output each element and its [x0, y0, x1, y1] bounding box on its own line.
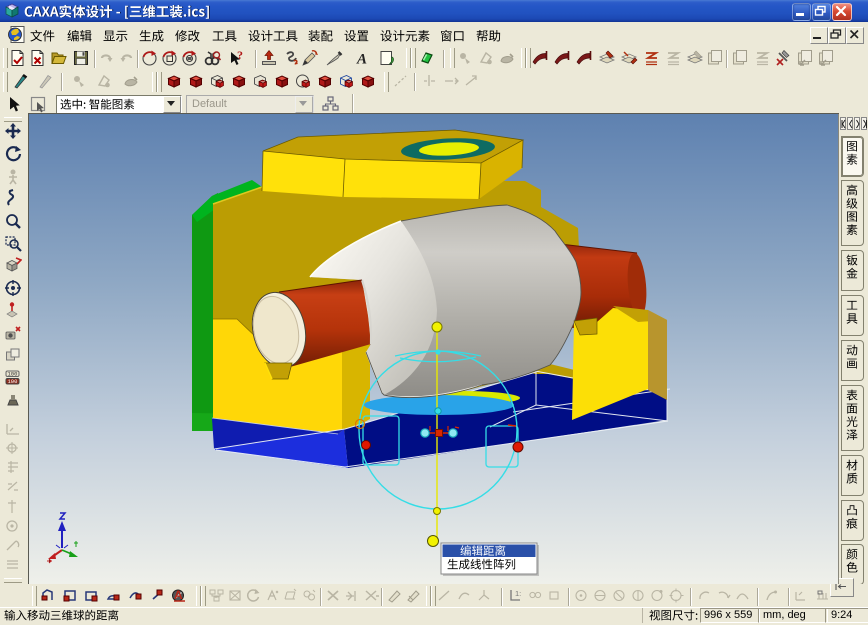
- svg-text:100: 100: [8, 378, 18, 385]
- svg-text:1:: 1:: [515, 589, 521, 598]
- svg-text:100: 100: [8, 371, 18, 378]
- svg-text:A: A: [356, 52, 367, 68]
- svg-text:A: A: [174, 588, 183, 602]
- svg-text:?: ?: [237, 49, 243, 62]
